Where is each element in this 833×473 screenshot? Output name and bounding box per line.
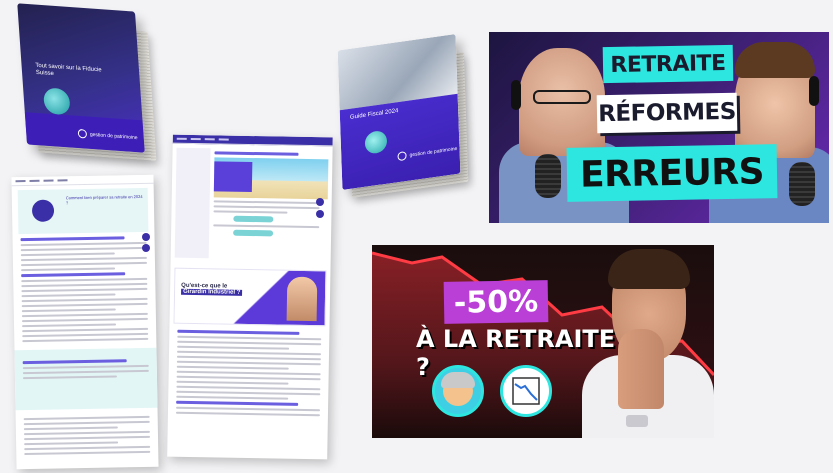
headphones-icon	[809, 76, 819, 106]
praying-hands	[618, 329, 664, 409]
site-nav	[11, 174, 154, 187]
article-sidebar	[174, 147, 211, 259]
declining-chart-icon	[500, 365, 552, 417]
cta-button[interactable]	[233, 215, 274, 223]
scroll-button[interactable]	[316, 198, 324, 206]
promo-highlight: Girardin Industriel ?	[181, 288, 243, 296]
watch-icon	[626, 415, 648, 427]
cover-illustration	[42, 87, 71, 116]
headphones-icon	[511, 80, 521, 110]
tag-retraite: RETRAITE	[602, 44, 734, 84]
grandma-icon	[432, 365, 484, 417]
article-band	[14, 347, 158, 411]
logo-ring-icon	[77, 128, 88, 139]
section-heading-bar	[20, 236, 125, 242]
microphone-icon	[535, 154, 561, 198]
article-title-bar	[214, 151, 299, 156]
video-thumbnail-podcast[interactable]: RETRAITE RÉFORMES ERREURS	[489, 32, 829, 223]
scroll-button[interactable]	[316, 210, 324, 218]
article-title: Comment bien préparer sa retraite en 202…	[65, 193, 143, 206]
promo-banner-girardin[interactable]: Qu'est-ce que le Girardin Industriel ?	[173, 267, 327, 327]
tag-erreurs: ERREURS	[566, 144, 778, 202]
logo-ring-icon	[397, 150, 407, 162]
promo-portrait	[286, 276, 318, 322]
article-hero: Comment bien préparer sa retraite en 202…	[17, 187, 149, 235]
book-title: Tout savoir sur la Fiducie Suisse	[35, 62, 102, 78]
cover-band	[339, 93, 461, 190]
video-thumbnail-pension[interactable]: -50% À LA RETRAITE ?	[372, 245, 714, 438]
hero-illustration	[31, 199, 55, 222]
microphone-icon	[789, 162, 815, 206]
article-page-girardin[interactable]: Qu'est-ce que le Girardin Industriel ?	[167, 134, 333, 460]
ebook-cover-fiducie[interactable]: Tout savoir sur la Fiducie Suisse gestio…	[17, 3, 145, 153]
promo-text: Qu'est-ce que le Girardin Industriel ?	[181, 282, 243, 296]
cta-button[interactable]	[233, 229, 274, 237]
article-page-retraite[interactable]: Comment bien préparer sa retraite en 202…	[11, 174, 159, 470]
presenter-hair	[608, 249, 690, 289]
scroll-button[interactable]	[142, 244, 150, 252]
ebook-cover-guide-fiscal[interactable]: Guide Fiscal 2024 gestion de patrimoine	[337, 34, 461, 190]
hero-tag	[213, 161, 253, 193]
glasses-icon	[533, 90, 591, 104]
tag-reformes: RÉFORMES	[596, 92, 738, 134]
article-hero-image	[213, 157, 329, 200]
brand-name: gestion de patrimoine	[89, 131, 138, 141]
scroll-button[interactable]	[142, 233, 150, 241]
badge-minus-50: -50%	[443, 280, 549, 324]
host-right-hair	[735, 42, 815, 78]
headline-retraite: À LA RETRAITE ?	[416, 325, 616, 381]
